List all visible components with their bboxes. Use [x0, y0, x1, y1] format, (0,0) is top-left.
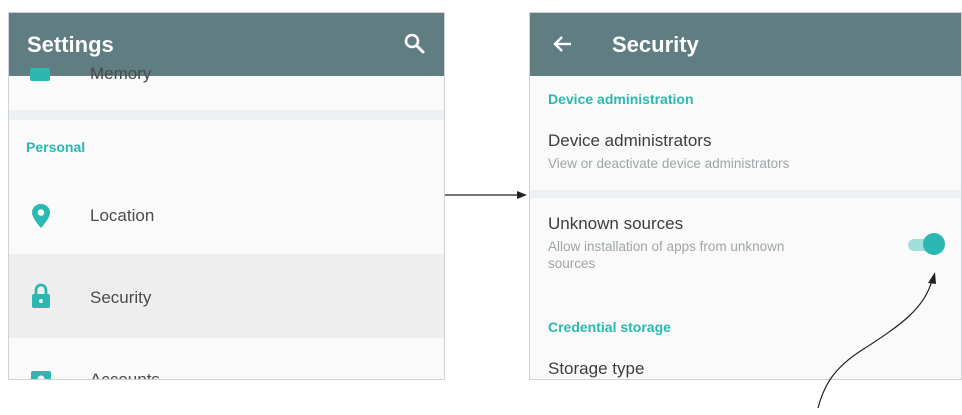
callout-arrowhead: [928, 272, 936, 284]
transition-arrowhead: [517, 191, 527, 199]
annotation-arrows: [445, 191, 936, 409]
callout-arrow-line: [817, 279, 933, 409]
